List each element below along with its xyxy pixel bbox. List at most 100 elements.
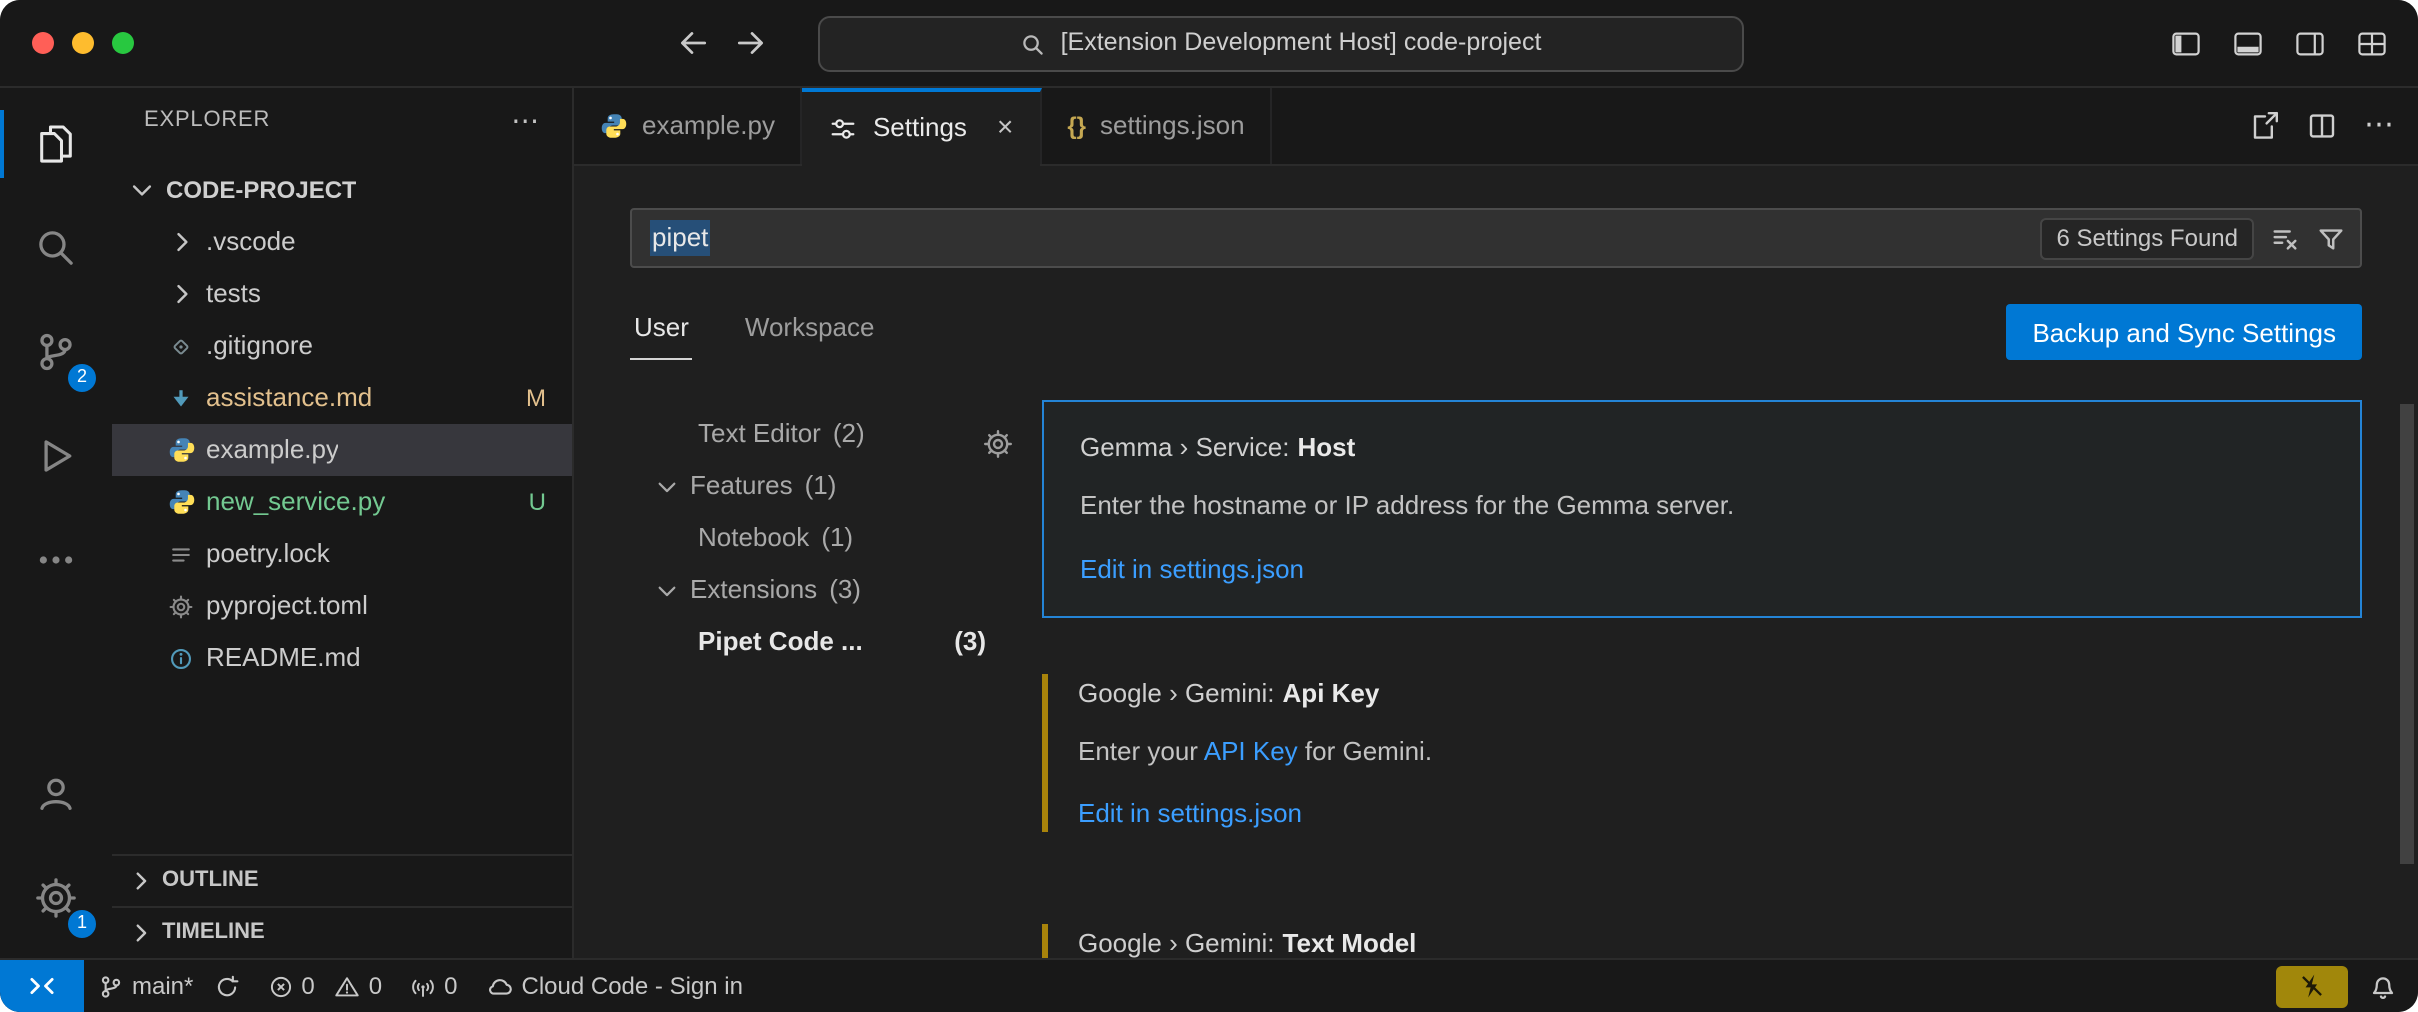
forward-button[interactable]: [734, 26, 768, 60]
filter-button[interactable]: [2316, 223, 2346, 253]
settings-count-badge: 6 Settings Found: [2041, 217, 2254, 259]
command-center[interactable]: [Extension Development Host] code-projec…: [818, 16, 1744, 72]
toc-item-extensions[interactable]: Extensions (3): [630, 564, 1022, 616]
branch-status-item[interactable]: main*: [84, 960, 253, 1012]
scrollbar[interactable]: [2400, 404, 2414, 864]
clear-filters-button[interactable]: [2270, 223, 2300, 253]
tree-item-assistance-md[interactable]: assistance.md M: [112, 372, 572, 424]
tree-item-new-service-py[interactable]: new_service.py U: [112, 476, 572, 528]
sidebar-item-explorer[interactable]: [0, 92, 112, 196]
tree-item-pyproject-toml[interactable]: pyproject.toml: [112, 580, 572, 632]
cloud-code-status-item[interactable]: Cloud Code - Sign in: [472, 960, 757, 1012]
chevron-right-icon: [128, 868, 154, 894]
close-tab-button[interactable]: ×: [997, 111, 1013, 146]
vscode-window: [Extension Development Host] code-projec…: [0, 0, 2418, 1012]
problems-status-item[interactable]: 0 0: [253, 960, 396, 1012]
tree-item-example-py[interactable]: example.py: [112, 424, 572, 476]
broadcast-count: 0: [444, 971, 457, 1001]
section-outline[interactable]: OUTLINE: [112, 854, 572, 906]
toc-count: (2): [833, 418, 865, 451]
setting-gemma-service-host[interactable]: Gemma › Service:Host Enter the hostname …: [1042, 400, 2362, 618]
zoom-window-button[interactable]: [112, 32, 134, 54]
tab-label: example.py: [642, 110, 775, 143]
sidebar-item-run-debug[interactable]: [0, 404, 112, 508]
setting-google-gemini-text-model[interactable]: Google › Gemini:Text Model: [1042, 903, 2362, 958]
settings-badge: 1: [66, 908, 98, 940]
tree-item-code-project[interactable]: CODE-PROJECT: [112, 164, 572, 216]
sidebar-item-source-control[interactable]: 2: [0, 300, 112, 404]
list-icon: [168, 541, 206, 567]
chevron-down-icon: [128, 176, 166, 204]
source-control-badge: 2: [66, 362, 98, 394]
settings-editor: pipet 6 Settings Found User Workspace Ba…: [574, 166, 2418, 958]
tab-workspace[interactable]: Workspace: [741, 305, 879, 360]
notifications-bell-icon[interactable]: [2368, 971, 2398, 1001]
toggle-primary-sidebar-button[interactable]: [2170, 27, 2202, 59]
file-tree: CODE-PROJECT .vscode tests .gitignore as…: [112, 156, 572, 854]
tree-item-label: .gitignore: [206, 330, 313, 363]
toc-item-notebook[interactable]: Notebook (1): [630, 512, 1022, 564]
python-icon: [168, 436, 206, 464]
window-controls: [32, 0, 134, 86]
tree-item-label: README.md: [206, 642, 361, 675]
close-window-button[interactable]: [32, 32, 54, 54]
sidebar-item-settings[interactable]: 1: [0, 846, 112, 950]
sidebar-item-search[interactable]: [0, 196, 112, 300]
minimize-window-button[interactable]: [72, 32, 94, 54]
editor-more-actions-button[interactable]: ⋯: [2364, 107, 2394, 145]
tab-settings[interactable]: Settings ×: [803, 88, 1041, 164]
tab-user[interactable]: User: [630, 305, 693, 360]
tree-item-label: poetry.lock: [206, 538, 330, 571]
cloud-icon: [486, 972, 514, 1000]
back-button[interactable]: [676, 26, 710, 60]
tree-item-label: new_service.py: [206, 486, 385, 519]
toc-item-text-editor[interactable]: Text Editor (2): [630, 408, 1022, 460]
settings-scope-row: User Workspace Backup and Sync Settings: [630, 300, 2362, 364]
setting-google-gemini-api-key[interactable]: Google › Gemini:Api Key Enter your API K…: [1042, 654, 2362, 856]
remote-indicator[interactable]: [0, 960, 84, 1012]
git-status-untracked: U: [529, 487, 572, 517]
tree-item-tests[interactable]: tests: [112, 268, 572, 320]
setting-title: Google › Gemini:Text Model: [1078, 927, 2326, 958]
explorer-more-actions-button[interactable]: ⋯: [511, 105, 540, 140]
tab-settings-json[interactable]: {} settings.json: [1041, 88, 1272, 164]
tree-item-label: assistance.md: [206, 382, 372, 415]
tree-item-vscode[interactable]: .vscode: [112, 216, 572, 268]
toc-item-pipet-code[interactable]: Pipet Code ... (3): [630, 616, 1022, 668]
sidebar-item-more-views[interactable]: [0, 508, 112, 612]
settings-search-input[interactable]: pipet 6 Settings Found: [630, 208, 2362, 268]
edit-in-settings-json-link[interactable]: Edit in settings.json: [1080, 553, 1304, 586]
section-timeline[interactable]: TIMELINE: [112, 906, 572, 958]
chevron-down-icon: [654, 473, 690, 499]
broadcast-status-item[interactable]: 0: [396, 960, 471, 1012]
toc-label: Text Editor: [698, 418, 821, 451]
account-icon: [34, 772, 78, 816]
manage-gear-icon[interactable]: [982, 428, 1014, 460]
tree-item-readme-md[interactable]: README.md: [112, 632, 572, 684]
run-debug-icon: [34, 434, 78, 478]
tab-example-py[interactable]: example.py: [574, 88, 803, 164]
sidebar-item-accounts[interactable]: [0, 742, 112, 846]
chevron-right-icon: [168, 280, 206, 308]
toggle-panel-button[interactable]: [2232, 27, 2264, 59]
tab-label: Settings: [873, 112, 967, 145]
settings-toc: Text Editor (2) Features (1) Notebook (1…: [630, 400, 1022, 958]
backup-sync-settings-button[interactable]: Backup and Sync Settings: [2006, 304, 2362, 360]
settings-list: Gemma › Service:Host Enter the hostname …: [1042, 400, 2362, 958]
tab-label: settings.json: [1100, 110, 1245, 143]
open-settings-json-button[interactable]: [2248, 110, 2280, 142]
split-editor-button[interactable]: [2306, 110, 2338, 142]
setting-title: Google › Gemini:Api Key: [1078, 678, 2326, 711]
api-key-link[interactable]: API Key: [1204, 736, 1298, 766]
edit-in-settings-json-link[interactable]: Edit in settings.json: [1078, 799, 1302, 832]
toc-count: (1): [821, 522, 853, 555]
markdown-icon: [168, 385, 206, 411]
highlighted-status-item[interactable]: [2276, 965, 2348, 1007]
customize-layout-button[interactable]: [2356, 27, 2388, 59]
tree-item-gitignore[interactable]: .gitignore: [112, 320, 572, 372]
toggle-secondary-sidebar-button[interactable]: [2294, 27, 2326, 59]
toc-item-features[interactable]: Features (1): [630, 460, 1022, 512]
tree-item-poetry-lock[interactable]: poetry.lock: [112, 528, 572, 580]
git-icon: [168, 333, 206, 359]
command-center-text: [Extension Development Host] code-projec…: [1061, 28, 1542, 59]
